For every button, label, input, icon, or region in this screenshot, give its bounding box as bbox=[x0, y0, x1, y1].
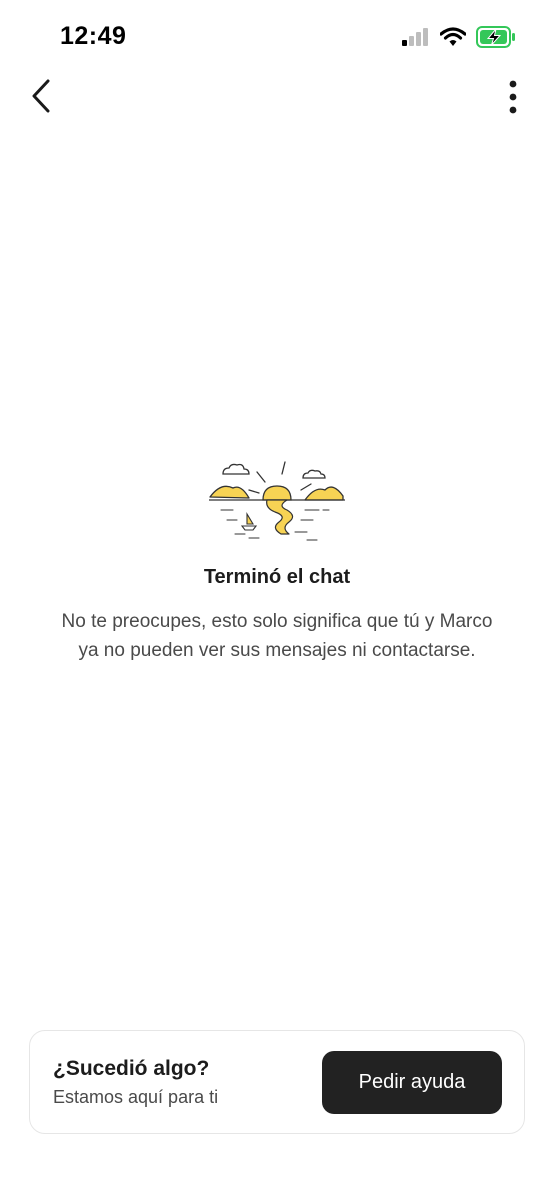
request-help-button[interactable]: Pedir ayuda bbox=[322, 1051, 502, 1114]
vertical-ellipsis-icon bbox=[508, 80, 518, 119]
status-bar: 12:49 bbox=[0, 0, 554, 74]
cellular-signal-icon bbox=[402, 28, 430, 51]
back-button[interactable] bbox=[24, 78, 58, 118]
chevron-left-icon bbox=[31, 79, 51, 118]
help-card: ¿Sucedió algo? Estamos aquí para ti Pedi… bbox=[29, 1030, 525, 1134]
status-time: 12:49 bbox=[60, 22, 127, 50]
wifi-icon bbox=[439, 27, 467, 52]
battery-charging-icon bbox=[476, 26, 516, 53]
help-card-subtitle: Estamos aquí para ti bbox=[53, 1087, 219, 1107]
empty-state-body: No te preocupes, esto solo significa que… bbox=[61, 611, 493, 661]
help-card-title: ¿Sucedió algo? bbox=[53, 1057, 210, 1080]
empty-state-title: Terminó el chat bbox=[203, 566, 351, 588]
chat-ended-empty-state: Terminó el chat No te preocupes, esto so… bbox=[0, 460, 554, 665]
status-icons bbox=[402, 26, 516, 53]
more-options-button[interactable] bbox=[498, 78, 528, 120]
nav-bar bbox=[0, 74, 554, 124]
sunset-over-sea-icon bbox=[209, 461, 345, 541]
